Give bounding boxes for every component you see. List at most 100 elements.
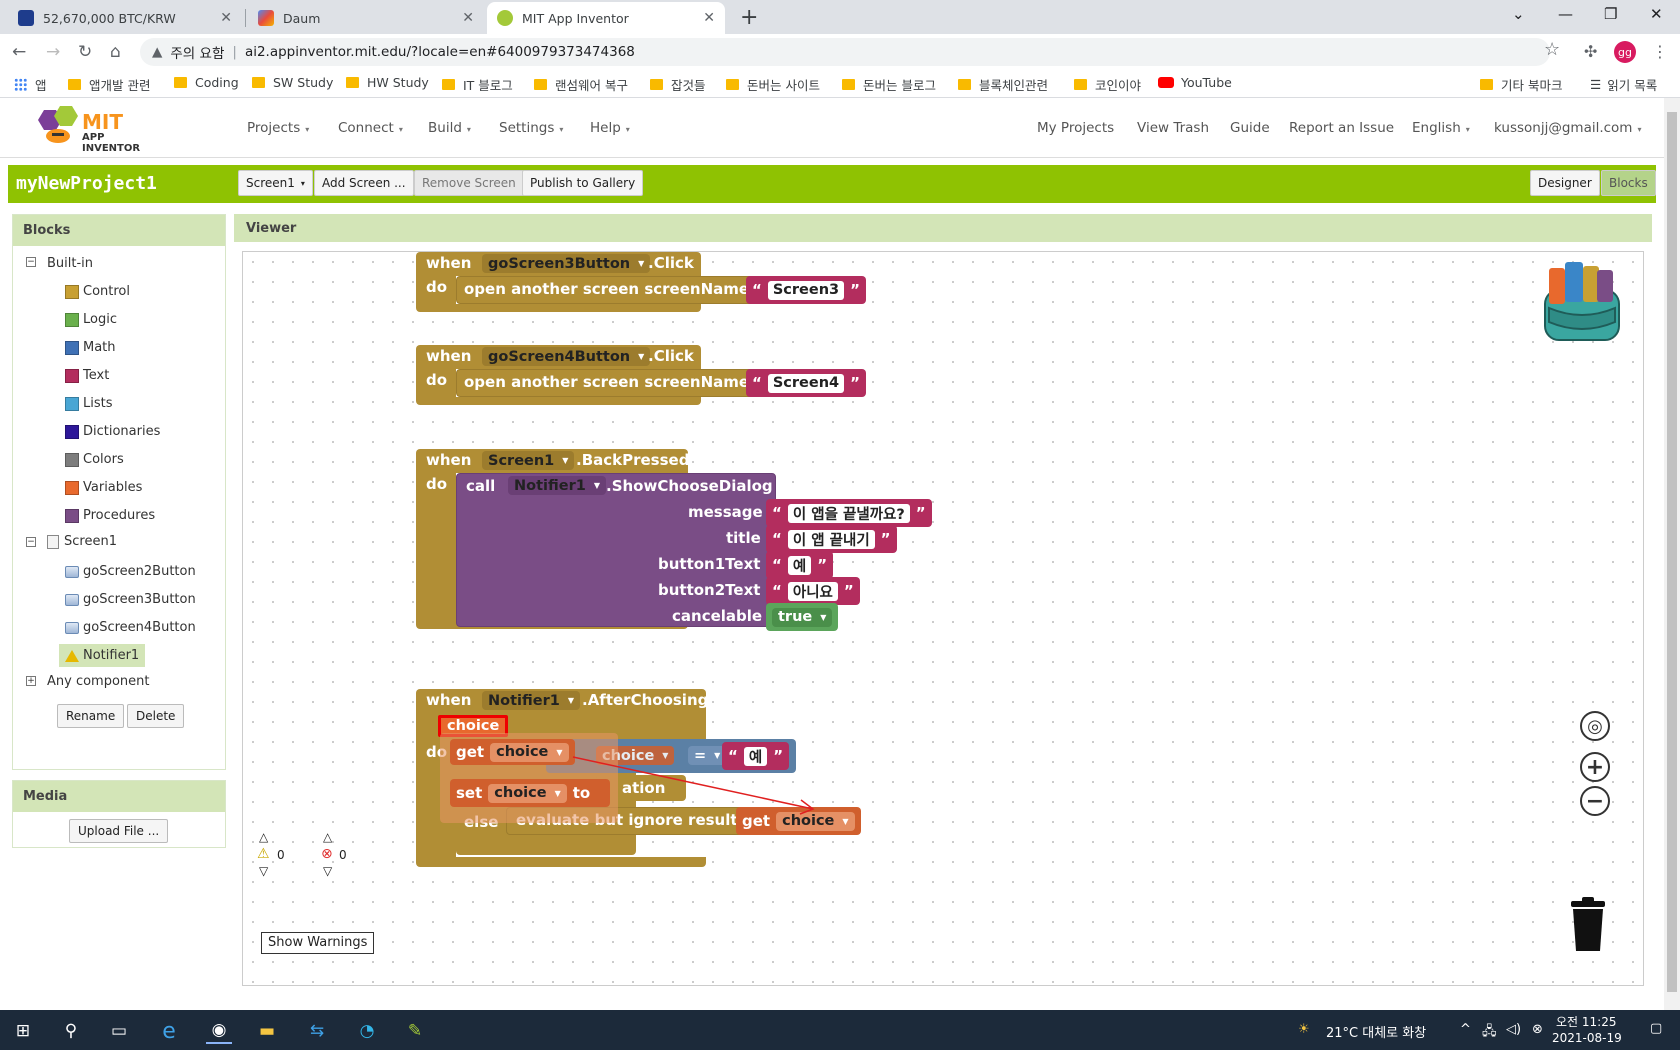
bookmark-folder[interactable]: HW Study xyxy=(346,75,429,90)
backpack-icon[interactable] xyxy=(1535,260,1627,344)
tree-goscreen2button[interactable]: goScreen2Button xyxy=(65,564,196,579)
extensions-icon[interactable]: ✣ xyxy=(1584,42,1597,61)
drawer-control[interactable]: Control xyxy=(65,284,130,299)
tree-builtin[interactable]: Built-in xyxy=(47,256,93,271)
tree-any-component[interactable]: Any component xyxy=(47,674,150,689)
upload-file-button[interactable]: Upload File ... xyxy=(69,819,169,843)
profile-avatar[interactable]: gg xyxy=(1614,41,1636,63)
app-inventor-taskbar-icon[interactable]: ✎ xyxy=(402,1018,428,1044)
internet-explorer-icon[interactable]: e xyxy=(156,1018,182,1044)
tree-notifier1[interactable]: Notifier1 xyxy=(59,644,146,667)
bookmark-folder[interactable]: 돈버는 블로그 xyxy=(842,75,936,94)
scrollbar-thumb[interactable] xyxy=(1667,112,1677,992)
network-icon[interactable]: 🖧 xyxy=(1482,1022,1497,1044)
link-report-issue[interactable]: Report an Issue xyxy=(1289,120,1394,136)
link-guide[interactable]: Guide xyxy=(1230,120,1270,136)
drawer-procedures[interactable]: Procedures xyxy=(65,508,155,523)
tree-goscreen3button[interactable]: goScreen3Button xyxy=(65,592,196,607)
menu-build[interactable]: Build ▾ xyxy=(428,120,471,136)
screen-select[interactable]: Screen1 ▾ xyxy=(238,170,313,196)
bookmark-other[interactable]: 기타 북마크 xyxy=(1480,75,1562,94)
next-error-icon[interactable]: ▽ xyxy=(323,864,332,878)
notification-icon[interactable]: ▢ xyxy=(1650,1021,1662,1036)
app-inventor-logo[interactable]: MIT APP INVENTOR xyxy=(34,106,164,154)
zoom-in-icon[interactable]: + xyxy=(1580,752,1610,782)
drawer-colors[interactable]: Colors xyxy=(65,452,124,467)
menu-settings[interactable]: Settings ▾ xyxy=(499,120,563,136)
tree-goscreen4button[interactable]: goScreen4Button xyxy=(65,620,196,635)
home-icon[interactable]: ⌂ xyxy=(110,42,121,62)
tray-arrow-icon[interactable]: ^ xyxy=(1460,1022,1471,1037)
back-icon[interactable]: ← xyxy=(12,42,26,62)
zoom-out-icon[interactable]: − xyxy=(1580,786,1610,816)
chrome-icon[interactable]: ◉ xyxy=(206,1018,232,1044)
menu-language[interactable]: English ▾ xyxy=(1412,120,1470,136)
edge-icon[interactable]: ◔ xyxy=(354,1018,380,1044)
designer-button[interactable]: Designer xyxy=(1530,170,1600,196)
close-icon[interactable]: ✕ xyxy=(220,10,232,26)
bookmark-star-icon[interactable]: ☆ xyxy=(1544,39,1560,60)
maximize-icon[interactable]: ❐ xyxy=(1604,5,1617,23)
teamviewer-icon[interactable]: ⇆ xyxy=(304,1018,330,1044)
drawer-variables[interactable]: Variables xyxy=(65,480,142,495)
menu-connect[interactable]: Connect ▾ xyxy=(338,120,403,136)
bookmark-folder[interactable]: IT 블로그 xyxy=(442,75,513,94)
drawer-dictionaries[interactable]: Dictionaries xyxy=(65,424,160,439)
tab-app-inventor[interactable]: MIT App Inventor ✕ xyxy=(487,2,725,34)
bookmark-apps[interactable]: 앱 xyxy=(14,75,47,94)
bookmark-folder[interactable]: 코인이야 xyxy=(1074,75,1141,94)
expand-icon[interactable]: + xyxy=(26,676,36,686)
menu-projects[interactable]: Projects ▾ xyxy=(247,120,309,136)
drawer-math[interactable]: Math xyxy=(65,340,116,355)
reading-list[interactable]: ☰ 읽기 목록 xyxy=(1590,75,1657,94)
blocks-button[interactable]: Blocks xyxy=(1601,170,1656,196)
bookmark-folder[interactable]: 앱개발 관련 xyxy=(68,75,150,94)
remove-screen-button[interactable]: Remove Screen xyxy=(414,170,524,196)
bookmark-folder[interactable]: 잡것들 xyxy=(650,75,706,94)
forward-icon[interactable]: → xyxy=(46,42,60,62)
collapse-icon[interactable]: − xyxy=(26,537,36,547)
drawer-text[interactable]: Text xyxy=(65,368,109,383)
new-tab-button[interactable]: + xyxy=(740,5,758,30)
menu-help[interactable]: Help ▾ xyxy=(590,120,630,136)
bookmark-folder[interactable]: 블록체인관련 xyxy=(958,75,1048,94)
close-icon[interactable]: ✕ xyxy=(703,10,715,26)
weather-text[interactable]: 21°C 대체로 화창 xyxy=(1326,1022,1426,1041)
close-icon[interactable]: ✕ xyxy=(462,10,474,26)
add-screen-button[interactable]: Add Screen ... xyxy=(314,170,414,196)
bookmark-youtube[interactable]: YouTube xyxy=(1158,75,1232,90)
link-view-trash[interactable]: View Trash xyxy=(1137,120,1209,136)
ime-icon[interactable]: ⊗ xyxy=(1532,1022,1543,1037)
drawer-logic[interactable]: Logic xyxy=(65,312,117,327)
tab-btc[interactable]: 52,670,000 BTC/KRW ✕ xyxy=(8,2,242,34)
more-menu-icon[interactable]: ⋮ xyxy=(1652,42,1668,61)
bookmark-folder[interactable]: Coding xyxy=(174,75,239,90)
task-view-icon[interactable]: ▭ xyxy=(106,1018,132,1044)
drawer-lists[interactable]: Lists xyxy=(65,396,113,411)
bookmark-folder[interactable]: SW Study xyxy=(252,75,333,90)
next-warning-icon[interactable]: ▽ xyxy=(259,864,268,878)
file-explorer-icon[interactable]: ▬ xyxy=(254,1018,280,1044)
page-scrollbar[interactable] xyxy=(1664,98,1680,1010)
window-close-icon[interactable]: ✕ xyxy=(1650,5,1663,23)
tab-daum[interactable]: Daum ✕ xyxy=(248,2,484,34)
search-icon[interactable]: ⚲ xyxy=(58,1018,84,1044)
delete-button[interactable]: Delete xyxy=(127,704,185,728)
volume-icon[interactable]: ◁) xyxy=(1506,1022,1521,1037)
reload-icon[interactable]: ↻ xyxy=(78,42,92,62)
trash-icon[interactable] xyxy=(1567,897,1609,953)
clock-date[interactable]: 2021-08-19 xyxy=(1552,1031,1622,1045)
tree-screen1[interactable]: Screen1 xyxy=(47,534,117,549)
blocks-workspace[interactable]: when goScreen3Button ▼ .Click do open ano… xyxy=(242,251,1644,986)
prev-error-icon[interactable]: △ xyxy=(323,830,332,844)
tab-search-icon[interactable]: ⌄ xyxy=(1512,5,1525,23)
show-warnings-button[interactable]: Show Warnings xyxy=(261,932,375,954)
rename-button[interactable]: Rename xyxy=(57,704,125,728)
bookmark-folder[interactable]: 랜섬웨어 복구 xyxy=(534,75,628,94)
address-bar[interactable]: ▲ 주의 요함 | ai2.appinventor.mit.edu/?local… xyxy=(140,38,1550,66)
center-icon[interactable]: ◎ xyxy=(1580,711,1610,741)
prev-warning-icon[interactable]: △ xyxy=(259,830,268,844)
minimize-icon[interactable]: — xyxy=(1558,5,1573,23)
collapse-icon[interactable]: − xyxy=(26,257,36,267)
menu-account[interactable]: kussonjj@gmail.com ▾ xyxy=(1494,120,1641,136)
